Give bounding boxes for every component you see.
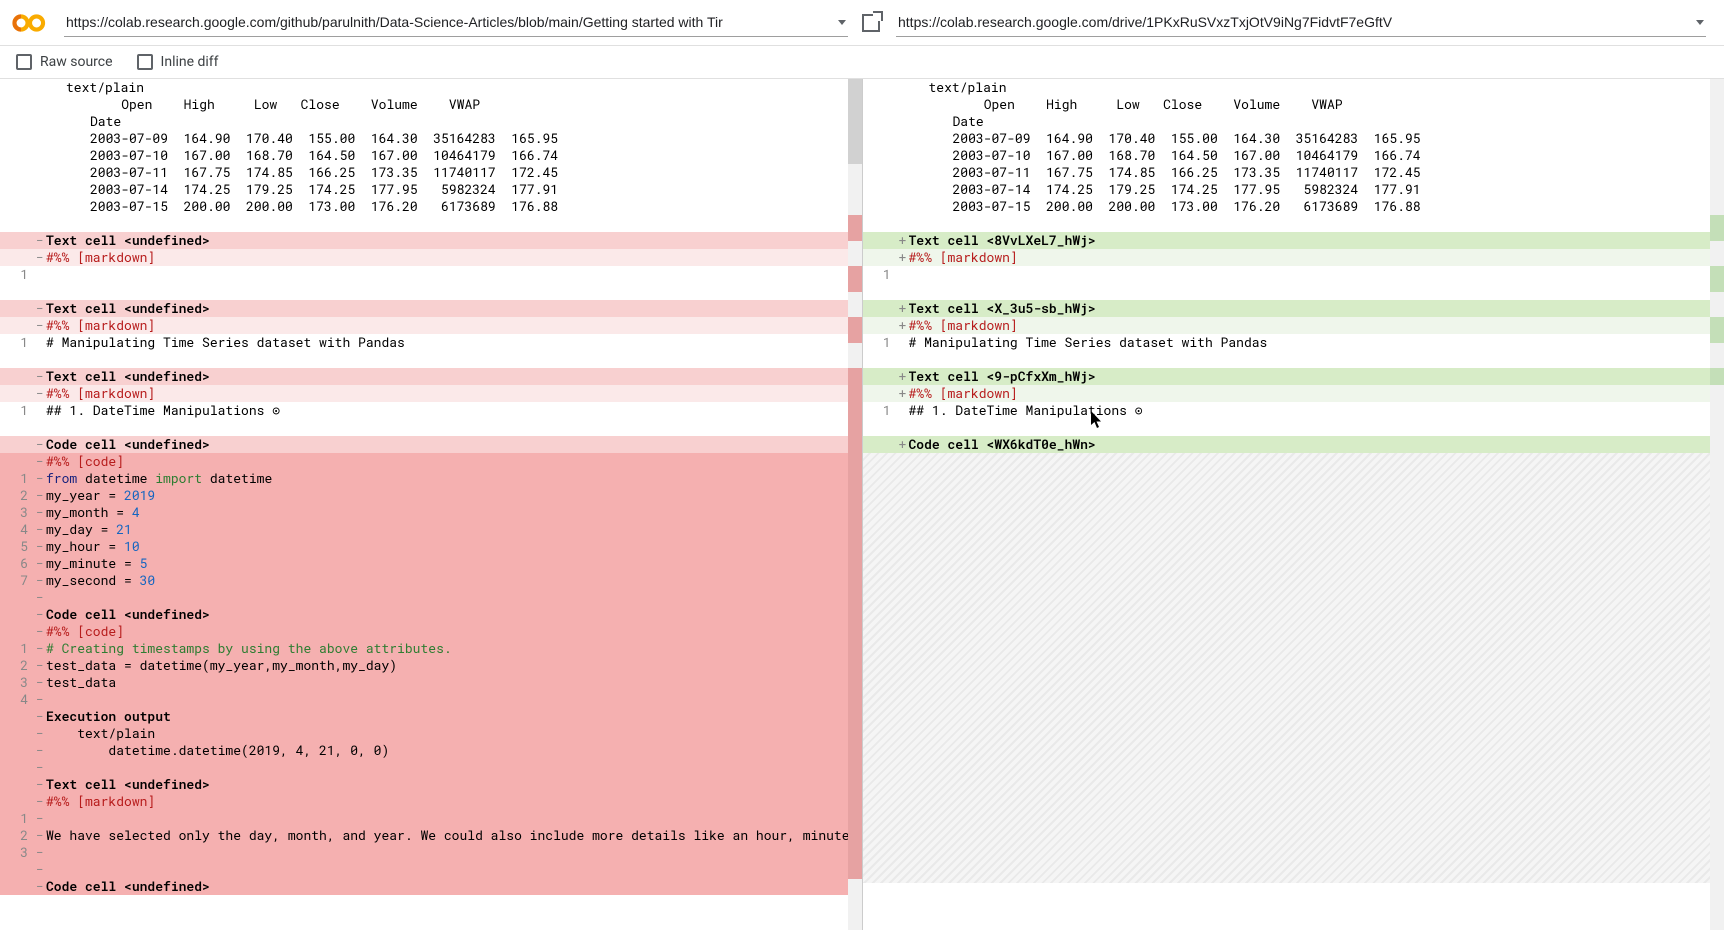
blank-line: − xyxy=(0,589,862,606)
table-row: 2003-07-11 167.75 174.85 166.25 173.35 1… xyxy=(863,164,1724,181)
right-url-group xyxy=(896,8,1712,37)
blank-line: − xyxy=(0,861,862,878)
raw-source-label: Raw source xyxy=(40,54,113,70)
cell-header-deleted: −Code cell <undefined> xyxy=(0,878,862,895)
diff-line: − datetime.datetime(2019, 4, 21, 0, 0) xyxy=(0,742,862,759)
blank-line xyxy=(863,419,1724,436)
exec-output-header: −Execution output xyxy=(0,708,862,725)
diff-line: −#%% [markdown] xyxy=(0,385,862,402)
hatched-placeholder xyxy=(863,453,1724,883)
checkbox-icon xyxy=(137,54,153,70)
diff-line: −#%% [markdown] xyxy=(0,249,862,266)
diff-line: 1− xyxy=(0,810,862,827)
cell-header-deleted: −Text cell <undefined> xyxy=(0,232,862,249)
diff-line: 3−test_data xyxy=(0,674,862,691)
diff-line: −#%% [code] xyxy=(0,623,862,640)
output-date: Date xyxy=(0,113,862,130)
checkbox-icon xyxy=(16,54,32,70)
diff-line: 4− xyxy=(0,691,862,708)
blank-line xyxy=(863,351,1724,368)
diff-container: text/plain Open High Low Close Volume VW… xyxy=(0,79,1724,930)
diff-line: 7−my_second = 30 xyxy=(0,572,862,589)
table-row: 2003-07-09 164.90 170.40 155.00 164.30 3… xyxy=(0,130,862,147)
diff-line: 3−my_month = 4 xyxy=(0,504,862,521)
table-row: 2003-07-09 164.90 170.40 155.00 164.30 3… xyxy=(863,130,1724,147)
inline-diff-label: Inline diff xyxy=(161,54,219,70)
diff-line: −#%% [code] xyxy=(0,453,862,470)
diff-line: 5−my_hour = 10 xyxy=(0,538,862,555)
cell-header-deleted: −Text cell <undefined> xyxy=(0,776,862,793)
diff-line: 1 xyxy=(0,266,862,283)
diff-line: 1# Manipulating Time Series dataset with… xyxy=(863,334,1724,351)
right-pane[interactable]: text/plain Open High Low Close Volume VW… xyxy=(863,79,1724,930)
diff-line: 1# Manipulating Time Series dataset with… xyxy=(0,334,862,351)
cell-header-deleted: −Text cell <undefined> xyxy=(0,300,862,317)
diff-line: 1−# Creating timestamps by using the abo… xyxy=(0,640,862,657)
cell-header-added: +Code cell <WX6kdT0e_hWn> xyxy=(863,436,1724,453)
diff-line: − text/plain xyxy=(0,725,862,742)
raw-source-toggle[interactable]: Raw source xyxy=(16,54,113,70)
colab-logo-icon xyxy=(12,11,48,35)
diff-line: −#%% [markdown] xyxy=(0,317,862,334)
diff-line: 1## 1. DateTime Manipulations ⊙ xyxy=(0,402,862,419)
right-minimap[interactable] xyxy=(1710,79,1724,930)
diff-line: +#%% [markdown] xyxy=(863,385,1724,402)
blank-line xyxy=(0,215,862,232)
blank-line xyxy=(863,283,1724,300)
table-row: 2003-07-11 167.75 174.85 166.25 173.35 1… xyxy=(0,164,862,181)
header-bar xyxy=(0,0,1724,46)
table-row: 2003-07-15 200.00 200.00 173.00 176.20 6… xyxy=(0,198,862,215)
table-row: 2003-07-15 200.00 200.00 173.00 176.20 6… xyxy=(863,198,1724,215)
blank-line: − xyxy=(0,759,862,776)
blank-line xyxy=(0,351,862,368)
cell-header-added: +Text cell <9-pCfxXm_hWj> xyxy=(863,368,1724,385)
diff-controls: Raw source Inline diff xyxy=(0,46,1724,79)
output-textplain: text/plain xyxy=(0,79,862,96)
diff-line: 2−We have selected only the day, month, … xyxy=(0,827,862,844)
diff-line: 3− xyxy=(0,844,862,861)
colab-logo xyxy=(12,11,48,35)
left-url-group xyxy=(64,8,880,37)
table-row: 2003-07-10 167.00 168.70 164.50 167.00 1… xyxy=(863,147,1724,164)
diff-line: 1## 1. DateTime Manipulations ⊙ xyxy=(863,402,1724,419)
left-url-input[interactable] xyxy=(64,8,848,37)
diff-line: 2−my_year = 2019 xyxy=(0,487,862,504)
open-new-tab-icon[interactable] xyxy=(862,14,880,32)
left-pane[interactable]: text/plain Open High Low Close Volume VW… xyxy=(0,79,863,930)
output-date: Date xyxy=(863,113,1724,130)
inline-diff-toggle[interactable]: Inline diff xyxy=(137,54,219,70)
cell-header-added: +Text cell <X_3u5-sb_hWj> xyxy=(863,300,1724,317)
diff-line: 6−my_minute = 5 xyxy=(0,555,862,572)
diff-line: +#%% [markdown] xyxy=(863,317,1724,334)
cell-header-added: +Text cell <8VvLXeL7_hWj> xyxy=(863,232,1724,249)
right-url-input[interactable] xyxy=(896,8,1706,37)
left-minimap[interactable] xyxy=(848,79,862,930)
diff-line: 4−my_day = 21 xyxy=(0,521,862,538)
diff-line: 1−from datetime import datetime xyxy=(0,470,862,487)
output-textplain: text/plain xyxy=(863,79,1724,96)
diff-line: +#%% [markdown] xyxy=(863,249,1724,266)
cell-header-deleted: −Code cell <undefined> xyxy=(0,436,862,453)
table-row: 2003-07-14 174.25 179.25 174.25 177.95 5… xyxy=(0,181,862,198)
cell-header-deleted: −Text cell <undefined> xyxy=(0,368,862,385)
output-cols: Open High Low Close Volume VWAP xyxy=(0,96,862,113)
blank-line xyxy=(0,283,862,300)
table-row: 2003-07-14 174.25 179.25 174.25 177.95 5… xyxy=(863,181,1724,198)
right-url-dropdown-icon[interactable] xyxy=(1696,20,1704,25)
blank-line xyxy=(863,215,1724,232)
diff-line: −#%% [markdown] xyxy=(0,793,862,810)
diff-line: 2−test_data = datetime(my_year,my_month,… xyxy=(0,657,862,674)
output-cols: Open High Low Close Volume VWAP xyxy=(863,96,1724,113)
table-row: 2003-07-10 167.00 168.70 164.50 167.00 1… xyxy=(0,147,862,164)
cell-header-deleted: −Code cell <undefined> xyxy=(0,606,862,623)
diff-line: 1 xyxy=(863,266,1724,283)
left-url-dropdown-icon[interactable] xyxy=(838,20,846,25)
blank-line xyxy=(0,419,862,436)
